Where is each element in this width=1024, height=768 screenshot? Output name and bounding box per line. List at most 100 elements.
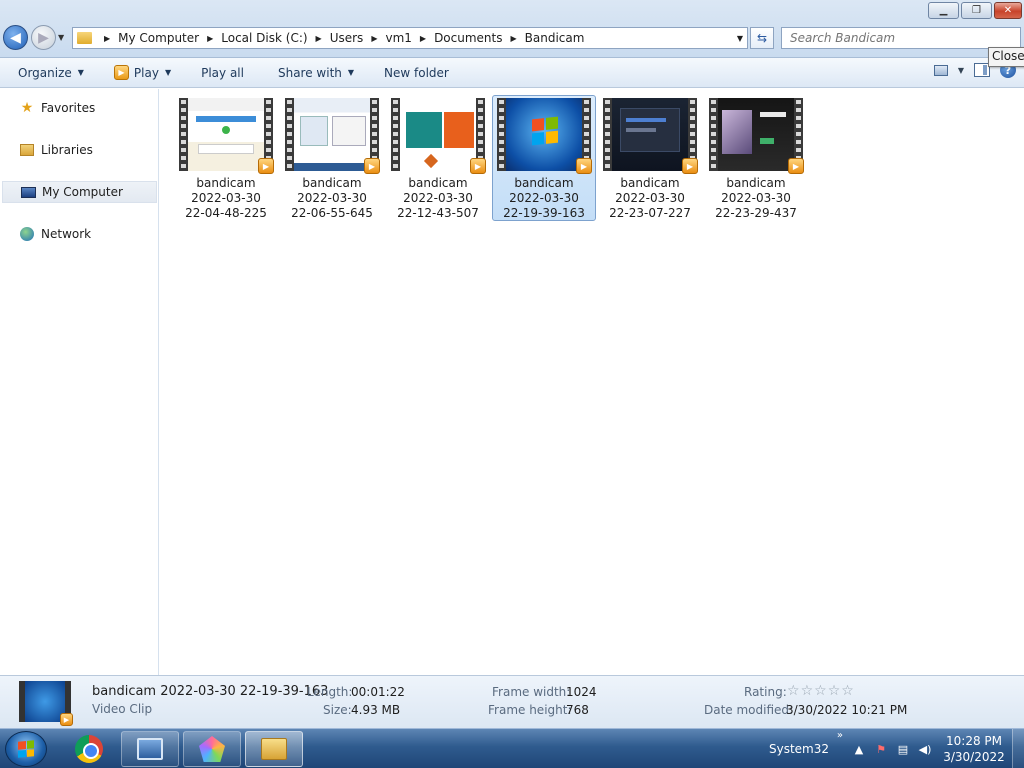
close-tooltip: Close [988, 47, 1024, 67]
taskbar-explorer[interactable] [245, 731, 303, 767]
address-row: ▁ ❐ ✕ ◀ ▶ ▼ ▶ My Computer ▶ Local Disk (… [0, 0, 1024, 58]
star-icon[interactable]: ☆ [787, 683, 800, 699]
size-label: Size: [323, 703, 352, 717]
file-item[interactable]: ▶ bandicam 2022-03-30 22-06-55-645 [280, 95, 384, 221]
size-value: 4.93 MB [351, 703, 401, 717]
computer-icon [20, 184, 36, 200]
change-view-icon[interactable] [933, 64, 948, 76]
search-input[interactable] [781, 27, 1021, 49]
file-time: 22-19-39-163 [503, 206, 585, 220]
show-hidden-icons-icon[interactable]: ▲ [851, 741, 867, 757]
show-desktop-button[interactable] [1012, 729, 1024, 768]
video-thumbnail: ▶ [285, 98, 380, 174]
explorer-window: ▁ ❐ ✕ ◀ ▶ ▼ ▶ My Computer ▶ Local Disk (… [0, 0, 1024, 728]
taskbar-remote-desktop[interactable] [121, 731, 179, 767]
system-tray: System32 » ▲ ⚑ ▤ ◀) 10:28 PM 3/30/2022 [769, 729, 1024, 768]
details-pane: ▶ bandicam 2022-03-30 22-19-39-163 Video… [0, 675, 1024, 728]
sidebar-item-my-computer[interactable]: My Computer [2, 181, 157, 203]
breadcrumb-users[interactable]: Users [330, 31, 364, 45]
taskbar-chrome[interactable] [60, 731, 118, 767]
file-time: 22-23-07-227 [609, 206, 691, 220]
breadcrumb-separator-icon[interactable]: ▶ [207, 34, 213, 43]
file-name: bandicam [196, 176, 256, 190]
clock-time: 10:28 PM [946, 734, 1002, 748]
volume-icon[interactable]: ◀) [917, 741, 933, 757]
play-badge-icon: ▶ [470, 158, 486, 174]
clock-date: 3/30/2022 [943, 750, 1005, 764]
address-dropdown-icon[interactable]: ▼ [737, 34, 743, 43]
file-name: bandicam [302, 176, 362, 190]
breadcrumb-documents[interactable]: Documents [434, 31, 502, 45]
sidebar-item-favorites[interactable]: ★ Favorites [2, 97, 157, 119]
view-dropdown-icon[interactable]: ▼ [958, 66, 964, 75]
star-icon[interactable]: ☆ [841, 683, 854, 699]
back-button[interactable]: ◀ [3, 25, 28, 50]
new-folder-button[interactable]: New folder [378, 61, 455, 85]
breadcrumb-my-computer[interactable]: My Computer [118, 31, 199, 45]
minimize-button[interactable]: ▁ [928, 2, 959, 19]
file-item[interactable]: ▶ bandicam 2022-03-30 22-12-43-507 [386, 95, 490, 221]
breadcrumb: ▶ My Computer ▶ Local Disk (C:) ▶ Users … [96, 31, 584, 45]
date-modified-label: Date modified: [704, 703, 794, 717]
refresh-button[interactable]: ⇆ [750, 27, 774, 49]
frame-height-value: 768 [566, 703, 589, 717]
network-tray-icon[interactable]: ▤ [895, 741, 911, 757]
forward-button[interactable]: ▶ [31, 25, 56, 50]
breadcrumb-separator-icon[interactable]: ▶ [104, 34, 110, 43]
play-label: Play [133, 65, 159, 80]
breadcrumb-separator-icon[interactable]: ▶ [510, 34, 516, 43]
system32-toolbar[interactable]: System32 » [768, 730, 843, 756]
chevron-down-icon: ▼ [347, 68, 355, 77]
organize-button[interactable]: Organize ▼ [12, 61, 90, 85]
frame-width-value: 1024 [566, 685, 597, 699]
file-item[interactable]: ▶ bandicam 2022-03-30 22-04-48-225 [174, 95, 278, 221]
start-button[interactable] [5, 731, 47, 767]
system32-label: System32 [768, 742, 829, 756]
breadcrumb-separator-icon[interactable]: ▶ [316, 34, 322, 43]
breadcrumb-bandicam[interactable]: Bandicam [525, 31, 585, 45]
taskbar: System32 » ▲ ⚑ ▤ ◀) 10:28 PM 3/30/2022 [0, 728, 1024, 768]
rating-label: Rating: [744, 685, 787, 699]
file-date: 2022-03-30 [297, 191, 367, 205]
file-name: bandicam [726, 176, 786, 190]
clock[interactable]: 10:28 PM 3/30/2022 [942, 733, 1006, 765]
address-bar[interactable]: ▶ My Computer ▶ Local Disk (C:) ▶ Users … [72, 27, 748, 49]
breadcrumb-local-disk[interactable]: Local Disk (C:) [221, 31, 307, 45]
remote-desktop-icon [137, 738, 163, 760]
share-with-button[interactable]: Share with ▼ [272, 61, 360, 85]
star-icon[interactable]: ☆ [828, 683, 841, 699]
libraries-icon [19, 142, 35, 158]
recent-pages-dropdown[interactable]: ▼ [58, 33, 64, 42]
star-icon: ★ [20, 100, 34, 116]
sidebar-item-label: Network [41, 227, 92, 241]
sidebar-item-libraries[interactable]: Libraries [2, 139, 157, 161]
sidebar-item-label: Libraries [41, 143, 93, 157]
file-item-selected[interactable]: ▶ bandicam 2022-03-30 22-19-39-163 [492, 95, 596, 221]
restore-button[interactable]: ❐ [961, 2, 992, 19]
breadcrumb-separator-icon[interactable]: ▶ [371, 34, 377, 43]
star-icon[interactable]: ☆ [814, 683, 827, 699]
navigation-pane: ★ Favorites Libraries My Computer Networ… [0, 89, 159, 675]
file-time: 22-23-29-437 [715, 206, 797, 220]
play-all-button[interactable]: Play all [195, 61, 250, 85]
file-time: 22-06-55-645 [291, 206, 373, 220]
file-item[interactable]: ▶ bandicam 2022-03-30 22-23-07-227 [598, 95, 702, 221]
taskbar-memu[interactable] [183, 731, 241, 767]
file-item[interactable]: ▶ bandicam 2022-03-30 22-23-29-437 [704, 95, 808, 221]
windows-logo-icon [18, 740, 34, 758]
video-thumbnail: ▶ [179, 98, 274, 174]
sidebar-item-network[interactable]: Network [2, 223, 157, 245]
file-date: 2022-03-30 [403, 191, 473, 205]
command-bar: Organize ▼ ▶ Play ▼ Play all Share with ▼ N… [0, 58, 1024, 88]
memu-icon [199, 736, 225, 762]
play-button[interactable]: ▶ Play ▼ [108, 61, 177, 85]
breadcrumb-separator-icon[interactable]: ▶ [420, 34, 426, 43]
close-button[interactable]: ✕ [994, 2, 1022, 19]
star-icon[interactable]: ☆ [801, 683, 814, 699]
date-modified-value: 3/30/2022 10:21 PM [786, 703, 908, 717]
frame-height-label: Frame height: [488, 703, 572, 717]
breadcrumb-vm1[interactable]: vm1 [385, 31, 411, 45]
file-time: 22-12-43-507 [397, 206, 479, 220]
rating-stars[interactable]: ☆ ☆ ☆ ☆ ☆ [787, 683, 854, 699]
flag-alert-icon[interactable]: ⚑ [873, 741, 889, 757]
